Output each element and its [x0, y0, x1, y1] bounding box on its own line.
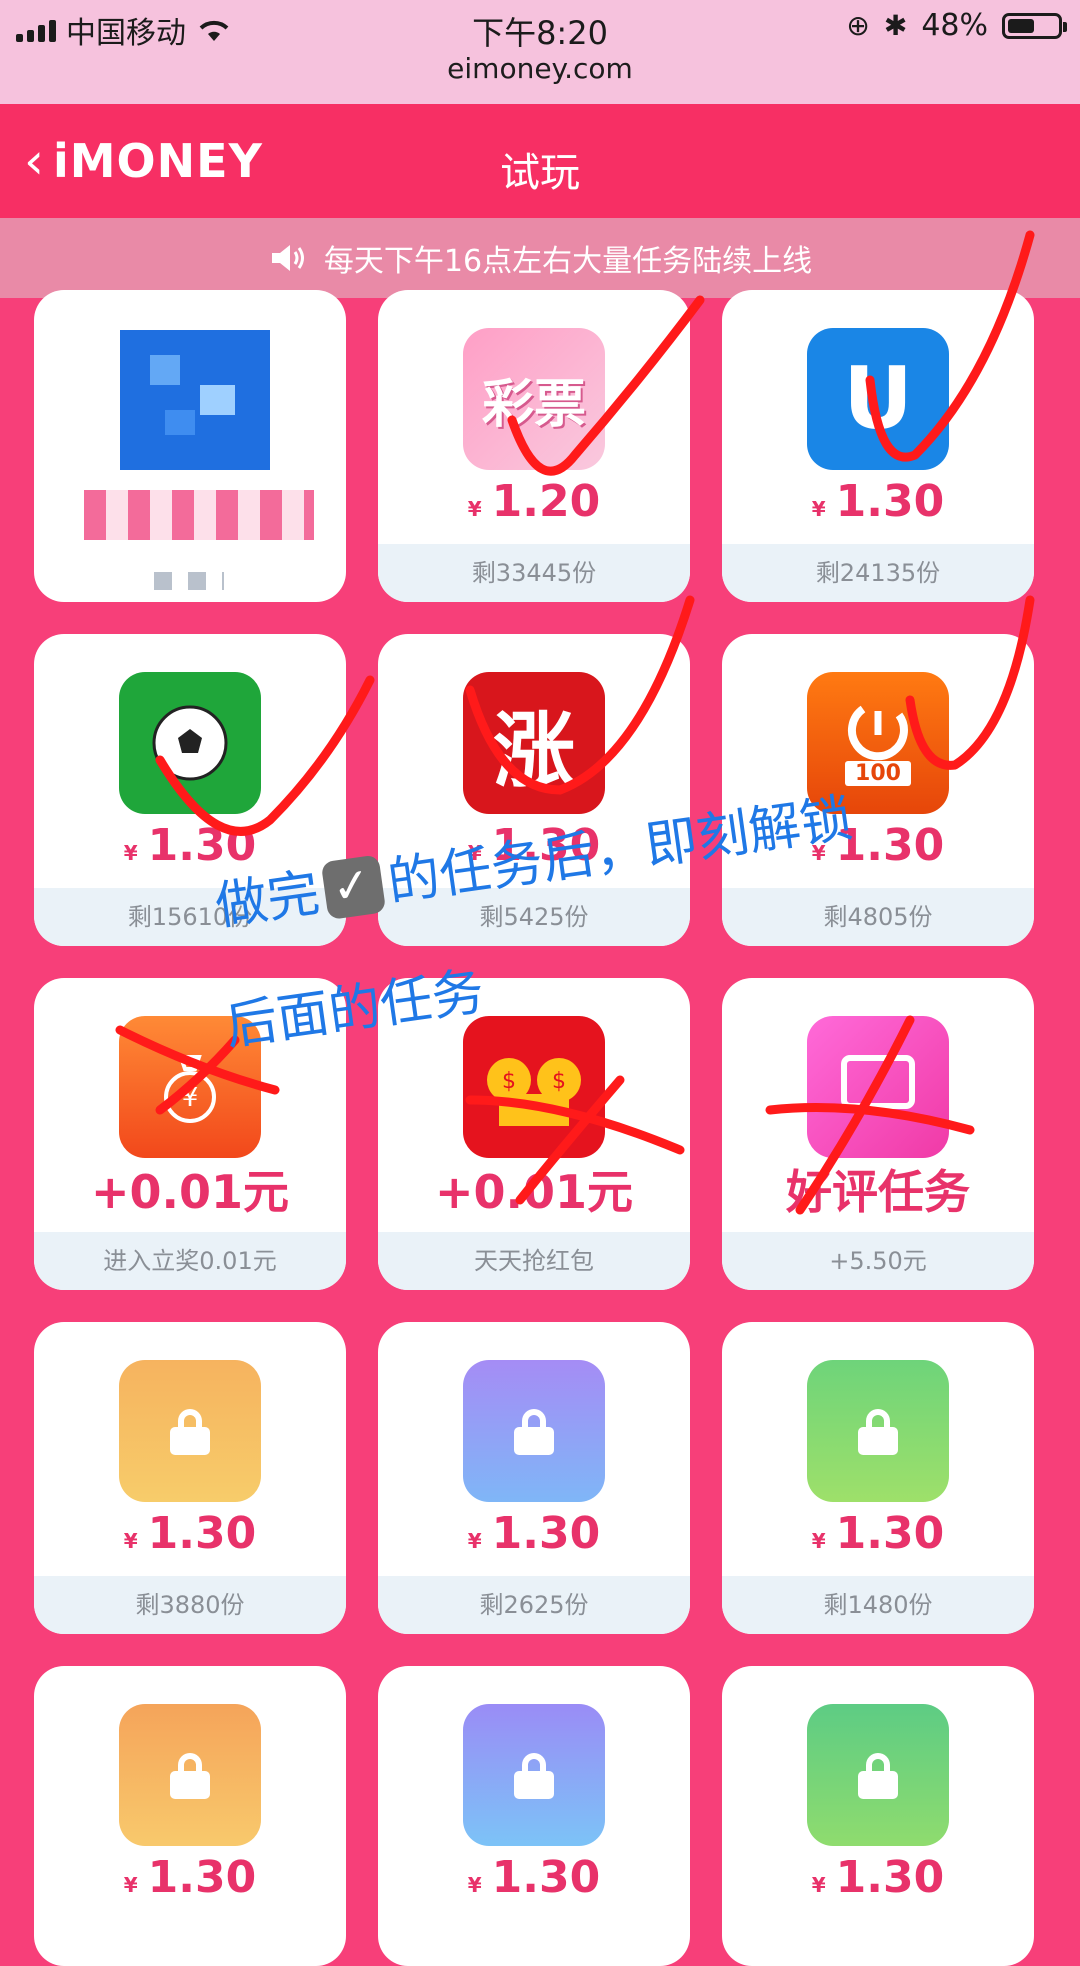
task-card[interactable]: ¥1.30: [722, 1666, 1034, 1966]
stock-label: 剩2625份: [378, 1576, 690, 1634]
url-label[interactable]: eimoney.com: [0, 52, 1080, 85]
status-bar: 中国移动 下午8:20 ⊕ ✱ 48% eimoney.com: [0, 0, 1080, 104]
notice-banner: 每天下午16点左右大量任务陆续上线: [0, 218, 1080, 298]
lock-icon: [119, 1360, 261, 1502]
stock-label: 剩3880份: [34, 1576, 346, 1634]
page-title: 试玩: [500, 150, 580, 196]
promo-label: 好评任务: [786, 1165, 970, 1219]
task-card[interactable]: 彩票 ¥1.20 剩33445份: [378, 290, 690, 602]
soccer-app-icon: [119, 672, 261, 814]
lock-icon: [807, 1704, 949, 1846]
reward-label: 进入立奖0.01元: [34, 1232, 346, 1290]
price-label: ¥1.30: [467, 1508, 601, 1559]
task-card[interactable]: [34, 290, 346, 602]
lock-icon: [807, 1360, 949, 1502]
price-label: ¥1.30: [467, 1852, 601, 1903]
nav-bar: ‹ iMONEY 试玩: [0, 104, 1080, 218]
battery-percent: 48%: [921, 8, 988, 43]
price-label: ¥1.30: [811, 1508, 945, 1559]
reward-label: 天天抢红包: [378, 1232, 690, 1290]
task-card[interactable]: ¥1.30 剩2625份: [378, 1322, 690, 1634]
task-card[interactable]: U ¥1.30 剩24135份: [722, 290, 1034, 602]
notice-text: 每天下午16点左右大量任务陆续上线: [323, 244, 813, 279]
price-label: ¥1.20: [467, 476, 601, 527]
rotation-lock-icon: ⊕: [846, 9, 870, 42]
price-label: ¥1.30: [123, 1852, 257, 1903]
task-card[interactable]: 好评任务 +5.50元: [722, 978, 1034, 1290]
price-label: ¥1.30: [811, 476, 945, 527]
price-label: ¥1.30: [811, 1852, 945, 1903]
stock-label: 剩1480份: [722, 1576, 1034, 1634]
task-card[interactable]: ¥1.30: [378, 1666, 690, 1966]
lock-icon: [463, 1360, 605, 1502]
svg-text:¥: ¥: [182, 1083, 199, 1113]
stock-label: 剩33445份: [378, 544, 690, 602]
promo-label: +0.01元: [434, 1165, 634, 1219]
task-card[interactable]: ¥1.30: [34, 1666, 346, 1966]
lock-icon: [463, 1704, 605, 1846]
task-card[interactable]: ¥1.30 剩1480份: [722, 1322, 1034, 1634]
promo-label: +0.01元: [90, 1165, 290, 1219]
u-app-icon: U: [807, 328, 949, 470]
battery-icon: [1002, 12, 1067, 39]
blurred-app-name: [84, 490, 314, 540]
status-right: ⊕ ✱ 48%: [846, 8, 1067, 43]
task-card[interactable]: ¥1.30 剩3880份: [34, 1322, 346, 1634]
blurred-footer: [154, 572, 224, 590]
price-label: ¥1.30: [123, 1508, 257, 1559]
red-envelope-icon: $ $: [463, 1016, 605, 1158]
stock-label: 剩24135份: [722, 544, 1034, 602]
stock-label: 剩4805份: [722, 888, 1034, 946]
reward-label: +5.50元: [722, 1232, 1034, 1290]
review-icon: [807, 1016, 949, 1158]
svg-text:$: $: [502, 1069, 516, 1094]
svg-text:$: $: [552, 1069, 566, 1094]
lock-icon: [119, 1704, 261, 1846]
speaker-icon: [271, 245, 304, 271]
blurred-app-icon: [120, 330, 270, 470]
lottery-app-icon: 彩票: [463, 328, 605, 470]
checkbox-icon: [320, 854, 387, 920]
zhang-app-icon: 涨: [463, 672, 605, 814]
bluetooth-icon: ✱: [883, 9, 908, 42]
